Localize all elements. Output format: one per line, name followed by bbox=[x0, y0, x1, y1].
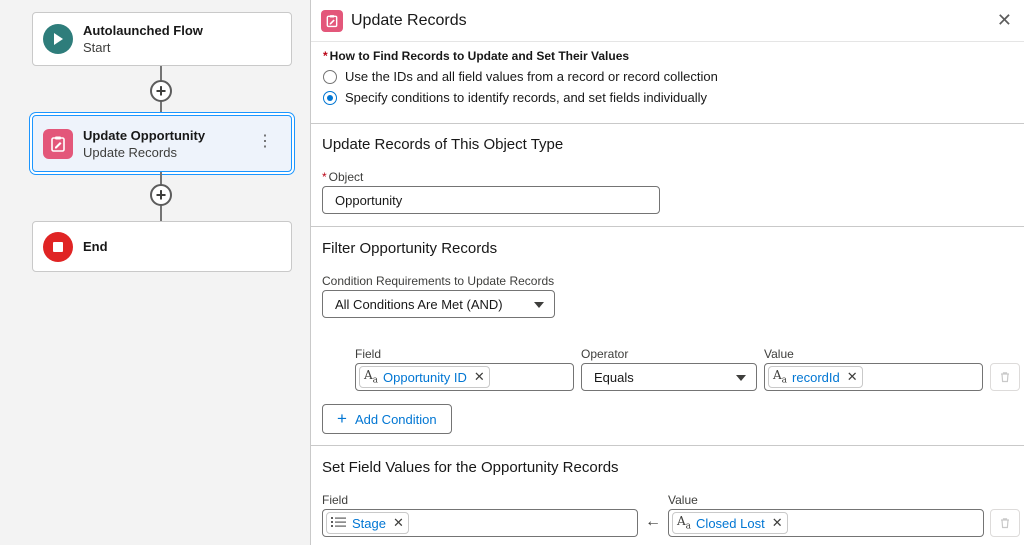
update-node-title: Update Opportunity bbox=[83, 127, 206, 143]
add-element-button[interactable]: + bbox=[150, 80, 172, 102]
panel-title: Update Records bbox=[351, 11, 467, 29]
radio-label: Specify conditions to identify records, … bbox=[345, 90, 708, 105]
filter-section-title: Filter Opportunity Records bbox=[322, 240, 498, 257]
field-header: Field bbox=[322, 493, 349, 507]
resource-pill: Aa Closed Lost ✕ bbox=[672, 512, 788, 534]
radio-option-record[interactable]: Use the IDs and all field values from a … bbox=[323, 69, 1012, 84]
chevron-down-icon bbox=[736, 375, 746, 381]
radio-button-selected[interactable] bbox=[323, 90, 337, 105]
panel-header: Update Records ✕ bbox=[311, 0, 1024, 42]
text-type-icon: Aa bbox=[773, 368, 788, 386]
field-header: Field bbox=[355, 347, 382, 361]
remove-icon[interactable]: ✕ bbox=[393, 515, 404, 531]
how-to-section: * How to Find Records to Update and Set T… bbox=[311, 42, 1024, 124]
radio-label: Use the IDs and all field values from a … bbox=[345, 69, 718, 84]
trash-icon bbox=[1001, 518, 1009, 529]
pill-label: Closed Lost bbox=[696, 515, 765, 531]
set-field-input[interactable]: Stage ✕ bbox=[322, 509, 638, 537]
start-node[interactable]: Autolaunched Flow Start bbox=[32, 12, 292, 66]
pill-label: Opportunity ID bbox=[383, 369, 467, 385]
flow-canvas: Autolaunched Flow Start + Update Opportu… bbox=[0, 0, 310, 545]
set-values-section: Set Field Values for the Opportunity Rec… bbox=[311, 446, 1024, 545]
radio-option-conditions[interactable]: Specify conditions to identify records, … bbox=[323, 90, 1012, 105]
trash-icon bbox=[1001, 372, 1009, 383]
filter-section: Filter Opportunity Records Condition Req… bbox=[311, 227, 1024, 446]
arrow-left-icon: ← bbox=[645, 513, 661, 530]
pill-label: Stage bbox=[352, 515, 386, 531]
remove-icon[interactable]: ✕ bbox=[847, 369, 858, 385]
condition-requirements-select[interactable]: All Conditions Are Met (AND) bbox=[322, 290, 555, 318]
operator-value: Equals bbox=[594, 369, 634, 385]
remove-icon[interactable]: ✕ bbox=[772, 515, 783, 531]
update-node-subtitle: Update Records bbox=[83, 144, 177, 160]
plus-icon: + bbox=[337, 409, 347, 428]
add-condition-button[interactable]: + Add Condition bbox=[322, 404, 452, 434]
delete-assignment-button[interactable] bbox=[990, 509, 1020, 537]
close-icon[interactable]: ✕ bbox=[997, 10, 1012, 31]
chevron-down-icon bbox=[534, 302, 544, 308]
properties-panel: Update Records ✕ * How to Find Records to… bbox=[310, 0, 1024, 545]
object-input[interactable]: Opportunity bbox=[322, 186, 660, 214]
update-records-icon bbox=[43, 128, 73, 159]
condition-requirements-label: Condition Requirements to Update Records bbox=[322, 274, 555, 288]
resource-pill: Aa recordId ✕ bbox=[768, 366, 863, 388]
remove-icon[interactable]: ✕ bbox=[474, 369, 485, 385]
operator-select[interactable]: Equals bbox=[581, 363, 757, 391]
update-records-icon bbox=[321, 9, 343, 32]
condition-field-input[interactable]: Aa Opportunity ID ✕ bbox=[355, 363, 574, 391]
play-icon bbox=[43, 24, 73, 54]
start-node-subtitle: Start bbox=[83, 40, 111, 55]
value-header: Value bbox=[668, 493, 698, 507]
object-section-title: Update Records of This Object Type bbox=[322, 136, 564, 153]
add-condition-label: Add Condition bbox=[354, 411, 437, 427]
end-node-title: End bbox=[83, 239, 108, 254]
value-header: Value bbox=[764, 347, 794, 361]
condition-requirements-value: All Conditions Are Met (AND) bbox=[335, 296, 503, 312]
operator-header: Operator bbox=[581, 347, 629, 361]
set-values-section-title: Set Field Values for the Opportunity Rec… bbox=[322, 459, 619, 476]
pill-label: recordId bbox=[792, 369, 840, 385]
condition-value-input[interactable]: Aa recordId ✕ bbox=[764, 363, 983, 391]
resource-pill: Stage ✕ bbox=[326, 512, 409, 534]
radio-button[interactable] bbox=[323, 69, 337, 84]
object-section: Update Records of This Object Type * Obje… bbox=[311, 124, 1024, 227]
start-node-title: Autolaunched Flow bbox=[83, 23, 203, 38]
set-value-input[interactable]: Aa Closed Lost ✕ bbox=[668, 509, 984, 537]
object-label: Object bbox=[328, 170, 364, 184]
delete-condition-button[interactable] bbox=[990, 363, 1020, 391]
resource-pill: Aa Opportunity ID ✕ bbox=[359, 366, 490, 388]
how-to-label: How to Find Records to Update and Set Th… bbox=[329, 49, 630, 63]
end-node[interactable]: End bbox=[32, 221, 292, 272]
stop-icon bbox=[43, 231, 73, 262]
picklist-icon bbox=[331, 516, 347, 531]
update-opportunity-node[interactable]: Update Opportunity Update Records ⋮ bbox=[32, 115, 292, 172]
add-element-button[interactable]: + bbox=[150, 184, 172, 206]
more-actions-icon[interactable]: ⋮ bbox=[257, 134, 273, 150]
text-type-icon: Aa bbox=[677, 514, 692, 532]
text-type-icon: Aa bbox=[364, 368, 379, 386]
